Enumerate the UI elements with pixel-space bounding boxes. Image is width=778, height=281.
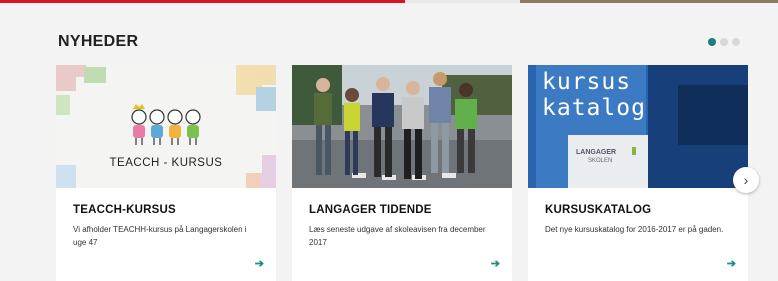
card-title[interactable]: TEACCH-KURSUS (73, 204, 176, 216)
section-title: NYHEDER (58, 33, 139, 50)
banner-image-edge (520, 0, 778, 3)
catalog-logo-line2: SKOLEN (588, 158, 613, 164)
card-title[interactable]: LANGAGER TIDENDE (309, 204, 432, 216)
carousel-next-button[interactable]: › (733, 167, 759, 193)
carousel-dot-1[interactable] (708, 38, 716, 46)
card-image-students (292, 65, 512, 188)
carousel-pagination (708, 38, 740, 46)
arrow-right-icon[interactable]: ➔ (491, 257, 500, 270)
news-card-kursuskatalog[interactable]: kursus katalog LANGAGER SKOLEN KURSUSKAT… (528, 65, 748, 281)
card-title[interactable]: KURSUSKATALOG (545, 204, 651, 216)
card-image-teacch: TEACCH - KURSUS (56, 65, 276, 188)
news-card-teacch[interactable]: TEACCH - KURSUS TEACCH-KURSUS Vi afholde… (56, 65, 276, 281)
students-photo (292, 65, 512, 188)
catalog-cover-text-line1: kursus (542, 69, 632, 95)
arrow-right-icon[interactable]: ➔ (255, 257, 264, 270)
carousel-dot-2[interactable] (720, 38, 728, 46)
card-description: Læs seneste udgave af skoleavisen fra de… (309, 225, 486, 247)
teacch-illustration (56, 65, 276, 188)
card-description: Vi afholder TEACHH-kursus på Langagersko… (73, 225, 247, 247)
brand-red-bar (0, 0, 405, 3)
top-banner-strip (0, 0, 778, 3)
chevron-right-icon: › (743, 172, 749, 188)
catalog-logo-line1: LANGAGER (576, 149, 617, 156)
card-image-catalog: kursus katalog LANGAGER SKOLEN (528, 65, 748, 188)
teacch-image-caption: TEACCH - KURSUS (109, 157, 223, 169)
card-description: Det nye kursuskatalog for 2016-2017 er p… (545, 225, 724, 234)
arrow-right-icon[interactable]: ➔ (727, 257, 736, 270)
carousel-dot-3[interactable] (732, 38, 740, 46)
news-card-langager-tidende[interactable]: LANGAGER TIDENDE Læs seneste udgave af s… (292, 65, 512, 281)
catalog-cover-text-line2: katalog (542, 95, 646, 121)
